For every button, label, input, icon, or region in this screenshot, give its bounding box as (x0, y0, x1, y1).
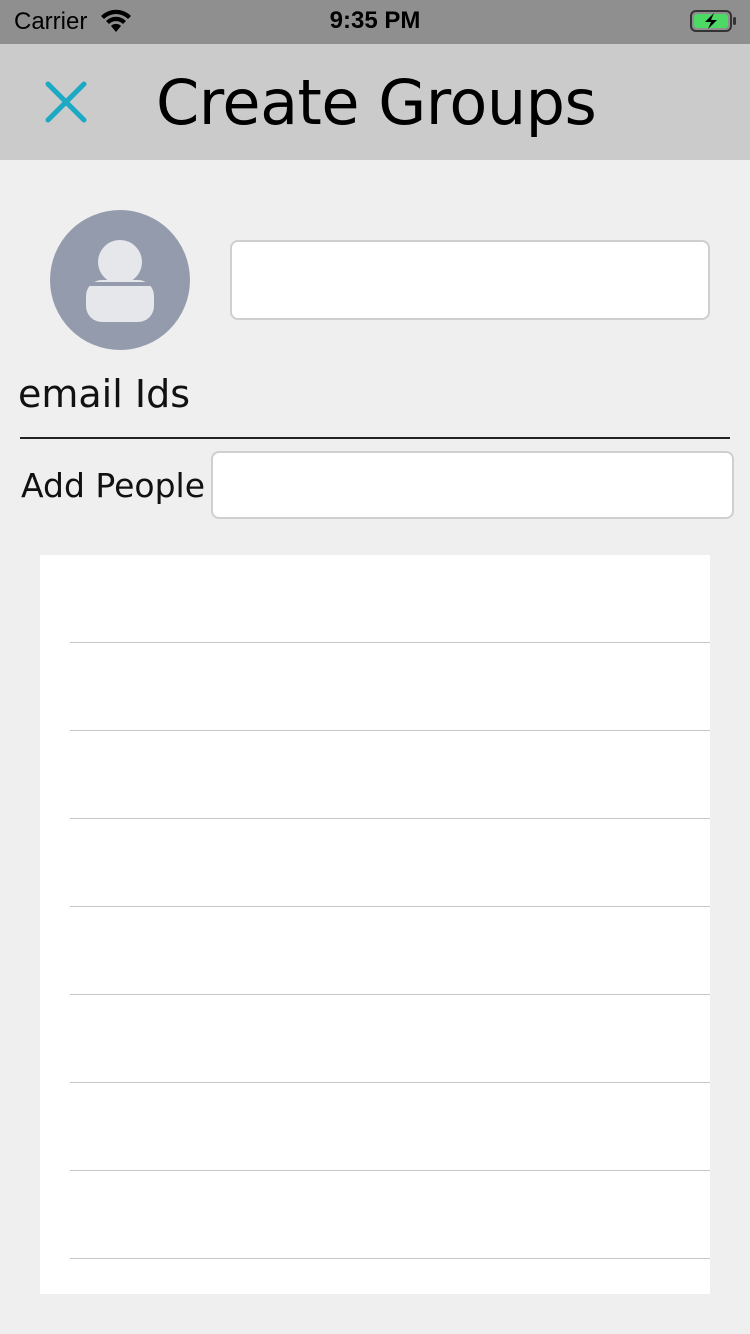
clock: 9:35 PM (329, 7, 421, 34)
row-separator (70, 1258, 710, 1259)
close-icon[interactable] (40, 76, 92, 128)
people-list[interactable] (40, 555, 710, 1294)
nav-bar: Create Groups (0, 44, 750, 160)
list-item[interactable] (40, 1083, 710, 1171)
list-item[interactable] (40, 819, 710, 907)
list-item[interactable] (40, 1171, 710, 1259)
divider (20, 437, 730, 439)
battery-charging-icon (690, 10, 736, 32)
list-item[interactable] (40, 907, 710, 995)
list-item[interactable] (40, 995, 710, 1083)
list-item[interactable] (40, 643, 710, 731)
add-people-input[interactable] (211, 451, 734, 519)
group-name-input[interactable] (230, 240, 710, 320)
person-placeholder-icon (86, 240, 154, 322)
page-title: Create Groups (156, 66, 597, 139)
status-bar: Carrier 9:35 PM (0, 0, 750, 44)
group-avatar[interactable] (50, 210, 190, 350)
add-people-label: Add People (21, 466, 206, 505)
list-item[interactable] (40, 555, 710, 643)
email-ids-label: email Ids (18, 372, 191, 416)
list-item[interactable] (40, 731, 710, 819)
